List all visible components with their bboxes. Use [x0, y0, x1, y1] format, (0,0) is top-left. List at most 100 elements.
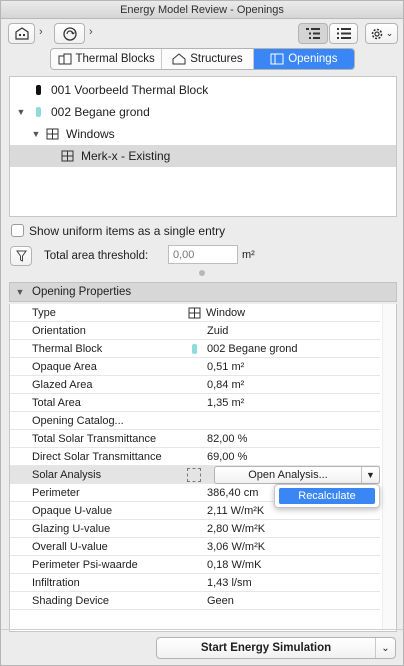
list-view-button[interactable]	[329, 23, 358, 44]
property-label: Infiltration	[32, 576, 80, 589]
element-tree: 001 Voorbeeld Thermal Block ▼ 002 Begane…	[9, 76, 397, 217]
disclosure-triangle-icon[interactable]: ▼	[15, 107, 27, 117]
tree-item-label: 001 Voorbeeld Thermal Block	[51, 83, 209, 97]
tab-structures[interactable]: Structures	[162, 49, 254, 69]
properties-table: Type Window Orientation Zuid Thermal Blo…	[9, 304, 397, 632]
chevron-right-icon[interactable]: ›	[39, 26, 43, 38]
property-value: 2,11 W/m²K	[207, 504, 265, 517]
property-row: Infiltration 1,43 l/sm	[10, 574, 380, 592]
tree-view-icon	[306, 28, 320, 39]
disclosure-triangle-icon[interactable]: ▼	[30, 129, 42, 139]
chevron-down-icon[interactable]: ▼	[361, 467, 379, 483]
refresh-button[interactable]	[54, 23, 85, 44]
tree-item[interactable]: 001 Voorbeeld Thermal Block	[10, 79, 396, 101]
threshold-label: Total area threshold:	[44, 250, 149, 262]
property-value: 0,18 W/mK	[207, 558, 262, 571]
tab-openings[interactable]: Openings	[253, 49, 354, 69]
uniform-items-checkbox[interactable]	[11, 224, 24, 237]
tab-structures-label: Structures	[190, 53, 243, 65]
property-value: 0,84 m²	[207, 378, 245, 391]
tree-item-label: Merk-x - Existing	[81, 149, 171, 163]
property-row: Glazed Area 0,84 m²	[10, 376, 380, 394]
tree-item[interactable]: ▼ Windows	[10, 123, 396, 145]
property-row: Total Area 1,35 m²	[10, 394, 380, 412]
property-value: 3,06 W/m²K	[207, 540, 266, 553]
property-value: 1,35 m²	[207, 396, 245, 409]
openings-icon	[270, 53, 284, 65]
building-export-icon	[14, 27, 29, 40]
tab-thermal-blocks-label: Thermal Blocks	[75, 53, 155, 65]
color-swatch	[36, 107, 41, 117]
splitter-handle[interactable]	[199, 270, 205, 276]
color-swatch	[36, 85, 41, 95]
dashed-box-icon	[187, 468, 201, 482]
property-label: Direct Solar Transmittance	[32, 450, 162, 463]
window-title: Energy Model Review - Openings	[1, 1, 403, 19]
property-label: Overall U-value	[32, 540, 108, 553]
property-label: Perimeter Psi-waarde	[32, 558, 138, 571]
scrollbar[interactable]	[382, 304, 396, 630]
property-label: Perimeter	[32, 486, 80, 499]
property-label: Shading Device	[32, 594, 110, 607]
properties-header[interactable]: ▼ Opening Properties	[9, 282, 397, 302]
property-value: 69,00 %	[207, 450, 248, 463]
property-value: 0,51 m²	[207, 360, 245, 373]
property-value: 82,00 %	[207, 432, 248, 445]
tab-openings-label: Openings	[288, 53, 338, 65]
property-row: Type Window	[10, 304, 380, 322]
uniform-items-label: Show uniform items as a single entry	[29, 224, 226, 238]
property-label: Solar Analysis	[32, 468, 102, 481]
property-label: Glazed Area	[32, 378, 93, 391]
property-row: Direct Solar Transmittance 69,00 %	[10, 448, 380, 466]
tree-view-button[interactable]	[298, 23, 328, 44]
open-analysis-dropdown[interactable]: Open Analysis... ▼	[214, 466, 380, 484]
property-row: Orientation Zuid	[10, 322, 380, 340]
building-export-button[interactable]	[8, 23, 35, 44]
start-simulation-label: Start Energy Simulation	[200, 642, 332, 654]
chevron-down-icon: ⌄	[385, 28, 394, 38]
filter-icon	[15, 250, 27, 262]
window-icon	[61, 150, 74, 162]
property-row: Total Solar Transmittance 82,00 %	[10, 430, 380, 448]
recalculate-menu-item[interactable]: Recalculate	[279, 488, 375, 504]
property-row: Thermal Block 002 Begane grond	[10, 340, 380, 358]
opening-catalog-link[interactable]: Opening Catalog...	[32, 415, 124, 427]
chevron-down-icon[interactable]: ⌄	[375, 638, 395, 658]
divider	[1, 629, 403, 630]
filter-button[interactable]	[10, 246, 32, 266]
start-simulation-button[interactable]: Start Energy Simulation ⌄	[156, 637, 396, 659]
property-label: Type	[32, 306, 56, 319]
property-row: Opaque Area 0,51 m²	[10, 358, 380, 376]
open-analysis-label: Open Analysis...	[248, 469, 328, 481]
property-row: Perimeter Psi-waarde 0,18 W/mK	[10, 556, 380, 574]
property-row: Shading Device Geen	[10, 592, 380, 610]
property-row: Glazing U-value 2,80 W/m²K	[10, 520, 380, 538]
property-label: Opaque Area	[32, 360, 97, 373]
property-value: 386,40 cm	[207, 486, 259, 499]
tree-item[interactable]: ▼ 002 Begane grond	[10, 101, 396, 123]
thermal-blocks-icon	[58, 53, 71, 65]
property-value: Geen	[207, 594, 234, 607]
tab-thermal-blocks[interactable]: Thermal Blocks	[51, 49, 163, 69]
chevron-right-icon[interactable]: ›	[89, 26, 93, 38]
threshold-input[interactable]	[168, 245, 238, 264]
property-label: Opaque U-value	[32, 504, 113, 517]
property-label: Total Area	[32, 396, 81, 409]
property-label: Orientation	[32, 324, 86, 337]
property-row: Overall U-value 3,06 W/m²K	[10, 538, 380, 556]
window: Energy Model Review - Openings › › ⌄ The…	[0, 0, 404, 666]
property-label: Thermal Block	[32, 342, 103, 355]
threshold-unit: m²	[242, 249, 255, 261]
gear-icon	[371, 28, 383, 39]
property-label: Total Solar Transmittance	[32, 432, 157, 445]
property-value: 2,80 W/m²K	[207, 522, 266, 535]
property-value: 1,43 l/sm	[207, 576, 252, 589]
refresh-icon	[62, 26, 77, 41]
settings-button[interactable]: ⌄	[365, 23, 398, 44]
property-value: Zuid	[207, 324, 229, 337]
disclosure-triangle-icon[interactable]: ▼	[14, 287, 26, 297]
opening-catalog-row[interactable]: Opening Catalog...	[10, 412, 380, 430]
tree-item-label: Windows	[66, 127, 115, 141]
tree-item[interactable]: Merk-x - Existing	[10, 145, 396, 167]
property-value: 002 Begane grond	[207, 342, 298, 355]
